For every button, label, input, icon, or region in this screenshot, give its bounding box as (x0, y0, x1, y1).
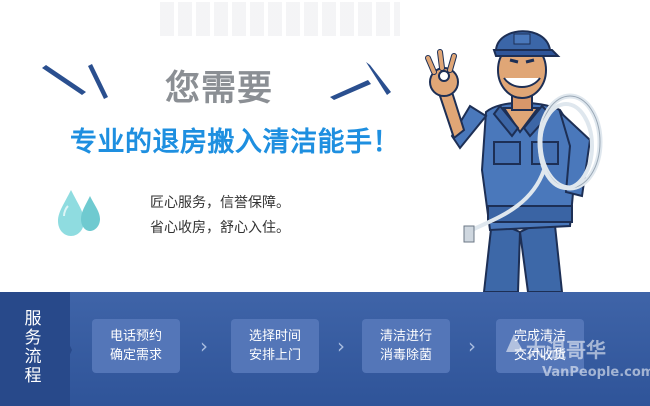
arrow-right-icon (48, 312, 72, 388)
headline-main: 专业的退房搬入清洁能手！ (70, 127, 400, 158)
worker-mascot-illustration (425, 30, 603, 292)
process-step-1: 电话预约 确定需求 (92, 319, 180, 373)
watermark-url: VanPeople.com (542, 365, 650, 380)
tagline-service: 匠心服务，信誉保障。 (150, 195, 290, 211)
process-step-2: 选择时间 安排上门 (231, 319, 319, 373)
chevron-right-icon: › (337, 334, 345, 358)
hero-banner: 您需要 专业的退房搬入清洁能手！ 匠心服务，信誉保障。 省心收房，舒心入住。 (0, 0, 650, 292)
watermark-logo-icon (506, 334, 524, 352)
service-process-bar: 服务流程 电话预约 确定需求 › 选择时间 安排上门 › 清洁进行 消毒除菌 ›… (0, 292, 650, 406)
process-label-panel: 服务流程 (0, 292, 72, 406)
step-2-line1: 选择时间 (248, 329, 301, 344)
water-drops-icon (58, 190, 100, 236)
step-3-line2: 消毒除菌 (379, 348, 432, 363)
step-2-line2: 安排上门 (248, 348, 301, 363)
step-3-line1: 清洁进行 (379, 329, 432, 344)
chevron-right-icon: › (200, 334, 208, 358)
tagline-move-in: 省心收房，舒心入住。 (150, 220, 290, 236)
process-label: 服务流程 (24, 309, 42, 386)
watermark-brand: 大温哥华 (526, 338, 606, 362)
headline-intro: 您需要 (165, 69, 274, 109)
step-1-line1: 电话预约 (109, 329, 162, 344)
process-step-3: 清洁进行 消毒除菌 (362, 319, 450, 373)
chevron-right-icon: › (468, 334, 476, 358)
step-1-line2: 确定需求 (109, 348, 162, 363)
